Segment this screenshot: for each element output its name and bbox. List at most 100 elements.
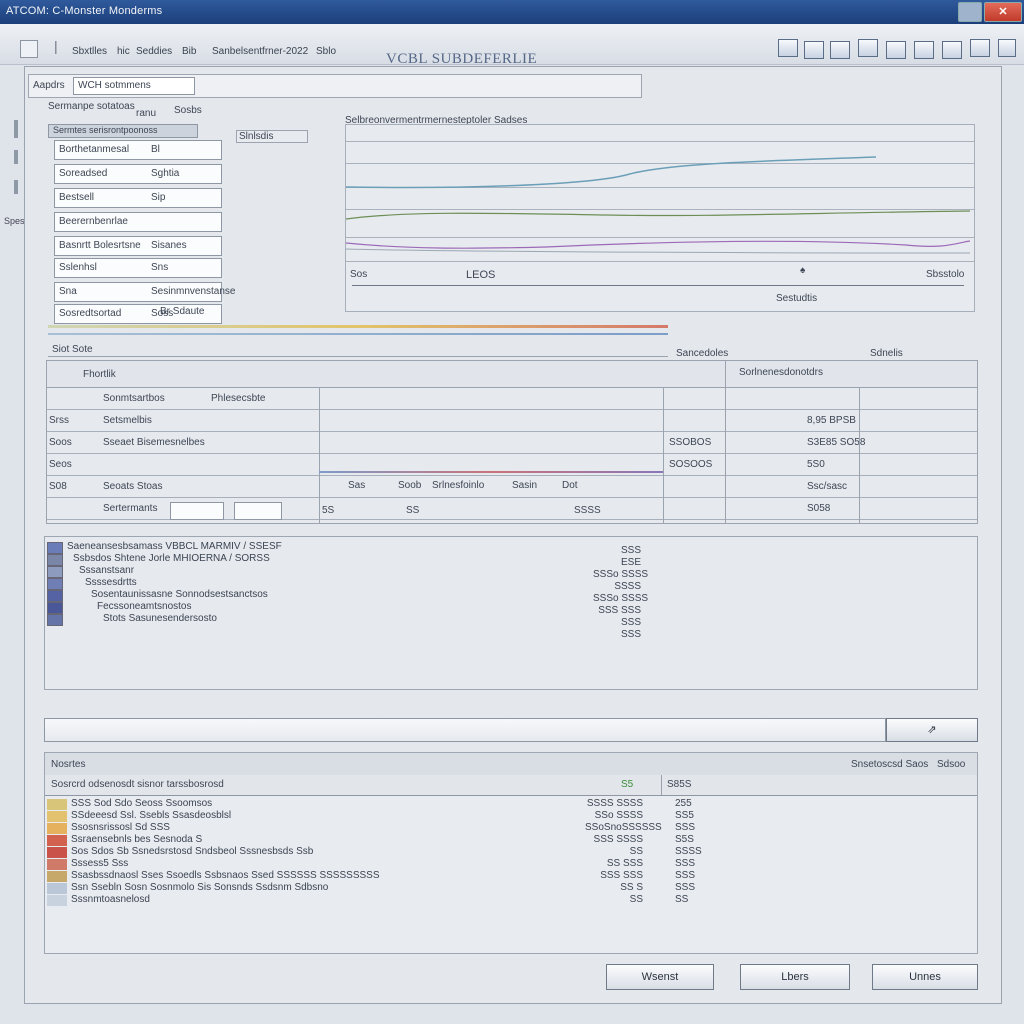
toolbar-item[interactable]: hic <box>117 46 130 57</box>
table-cell: 5S0 <box>807 459 825 470</box>
lower-row-text: Ssosnsrissosl Sd SSS <box>71 822 170 833</box>
form-field-value: Sisanes <box>151 240 187 251</box>
info-value: SSS SSS <box>598 605 641 616</box>
mid-label: Br Sdaute <box>160 306 205 317</box>
inline-cell: Sasin <box>512 480 538 491</box>
toolbar-item[interactable]: Bib <box>182 46 196 57</box>
toolbar-item[interactable]: Sbxtlles <box>72 46 107 57</box>
divider <box>48 356 668 357</box>
lower-header-b[interactable]: Sdsoo <box>937 759 965 770</box>
form-field[interactable]: Sna Sesinmnvenstanse <box>54 282 236 302</box>
info-value: SSSo SSSS <box>593 593 649 604</box>
right-button[interactable]: Unnes <box>872 964 978 990</box>
info-line: Ssbsdos Shtene Jorle MHIOERNA / SORSS <box>73 553 270 564</box>
form-field[interactable]: Soreadsed Sghtia <box>54 164 222 184</box>
form-field[interactable]: Bestsell Sip <box>54 188 222 208</box>
row-input[interactable] <box>170 502 224 520</box>
lower-row-value: SSo SSSS <box>594 810 643 821</box>
form-field[interactable]: Sslenhsl Sns <box>54 258 222 278</box>
lower-row-value: SS S <box>620 882 643 893</box>
selected-value[interactable]: Slnlsdis <box>236 130 308 143</box>
window-title: ATCOM: C-Monster Monderms <box>6 5 163 17</box>
save-icon[interactable] <box>970 39 990 57</box>
header-field[interactable]: WCH sotmmens <box>73 77 195 95</box>
command-go-button[interactable]: ⇗ <box>886 718 978 742</box>
info-line: Ssssesdrtts <box>85 577 137 588</box>
table-row-divider <box>47 431 977 432</box>
table-icon[interactable] <box>830 41 850 59</box>
minimize-button[interactable] <box>958 2 982 22</box>
list-icon[interactable] <box>914 41 934 59</box>
chart-xlabel-right: Sbsstolo <box>926 269 965 280</box>
table-cell: SSOBOS <box>669 437 712 448</box>
table-cell: Setsmelbis <box>103 415 152 426</box>
splitter-handle[interactable] <box>14 120 18 138</box>
panel-icon[interactable] <box>942 41 962 59</box>
tab-label[interactable]: Aapdrs <box>33 80 65 91</box>
lower-row-value: S5S <box>675 834 694 845</box>
title-bar[interactable]: ATCOM: C-Monster Monderms ✕ <box>0 0 1024 24</box>
lower-panel: Nosrtes Snsetoscsd Saos Sdsoo Sosrcrd od… <box>44 752 978 954</box>
status-swatch-icon <box>47 859 67 870</box>
toolbar: | Sbxtlles hic Seddies Bib Sanbelsentfrn… <box>0 24 1024 67</box>
row-input[interactable] <box>234 502 282 520</box>
form-field-value: Sesinmnvenstanse <box>151 286 236 297</box>
form-field-value: Sns <box>151 262 169 273</box>
toolbar-item[interactable]: Sblo <box>316 46 336 57</box>
left-button[interactable]: Wsenst <box>606 964 714 990</box>
status-swatch-icon <box>47 835 67 846</box>
lower-col-flag: S5 <box>621 779 634 790</box>
group-caption: Sermtes serisrontpoonoss <box>53 125 158 135</box>
window-icon[interactable] <box>886 41 906 59</box>
form-field[interactable]: Borthetanmesal Bl <box>54 140 222 160</box>
toolbar-item[interactable]: Sanbelsentfrner-2022 <box>212 46 308 57</box>
lower-header-a[interactable]: Snsetoscsd Saos <box>851 759 928 770</box>
form-field-value: Bl <box>151 144 160 155</box>
progress-stripe <box>48 333 668 335</box>
table-cell: Sseaet Bisemesnelbes <box>103 437 205 448</box>
lower-row-text: Sos Sdos Sb Ssnedsrstosd Sndsbeol Sssnes… <box>71 846 314 857</box>
legend-swatch-icon <box>47 566 63 578</box>
middle-button[interactable]: Lbers <box>740 964 850 990</box>
command-input[interactable] <box>44 718 886 742</box>
form-field-value: Sip <box>151 192 166 203</box>
splitter-handle[interactable] <box>14 150 18 164</box>
info-value: ESE <box>620 557 641 568</box>
lower-row-text: Ssasbssdnaosl Sses Ssoedls Ssbsnaos Ssed… <box>71 870 380 881</box>
lower-row-value: SSSS SSSS <box>586 798 643 809</box>
form-field[interactable]: Beerernbenrlae <box>54 212 222 232</box>
back-icon[interactable] <box>20 40 38 58</box>
form-field[interactable]: Basnrtt Bolesrtsne Sisanes <box>54 236 222 256</box>
status-swatch-icon <box>47 811 67 822</box>
lower-row-value: SSS <box>675 882 696 893</box>
grid-icon[interactable] <box>804 41 824 59</box>
status-swatch-icon <box>47 895 67 906</box>
new-icon[interactable] <box>778 39 798 57</box>
row-highlight <box>319 471 663 473</box>
table-cell: Phlesecsbte <box>211 393 266 404</box>
table-header: Fhortlik Sorlnenesdonotdrs <box>47 361 977 388</box>
table-row-divider <box>47 475 977 476</box>
splitter-handle[interactable] <box>14 180 18 194</box>
side-marker: Spes <box>4 216 25 226</box>
table-cell: Sertermants <box>103 503 158 514</box>
lower-row-value: 255 <box>675 798 692 809</box>
form-field-label: Beerernbenrlae <box>59 216 128 227</box>
chart-icon[interactable] <box>858 39 878 57</box>
lower-row-value: SS SSS <box>606 858 643 869</box>
form-field-label: Bestsell <box>59 192 95 203</box>
series-line-4 <box>346 248 971 254</box>
inline-cell: SSSS <box>574 505 601 516</box>
close-button[interactable]: ✕ <box>984 2 1022 22</box>
inline-cell: Sas <box>348 480 366 491</box>
lower-row-value: SS <box>675 894 689 905</box>
info-value: SSSo SSSS <box>593 569 649 580</box>
inline-cell: Srlnesfoinlo <box>432 480 485 491</box>
toolbar-item[interactable]: Seddies <box>136 46 172 57</box>
table-cell: SOSOOS <box>669 459 713 470</box>
info-line: Stots Sasunesendersosto <box>103 613 217 624</box>
folder-icon[interactable] <box>998 39 1016 57</box>
lower-row-value: SSS SSS <box>600 870 643 881</box>
series-line-3 <box>346 240 971 249</box>
series-line-1 <box>346 156 877 189</box>
